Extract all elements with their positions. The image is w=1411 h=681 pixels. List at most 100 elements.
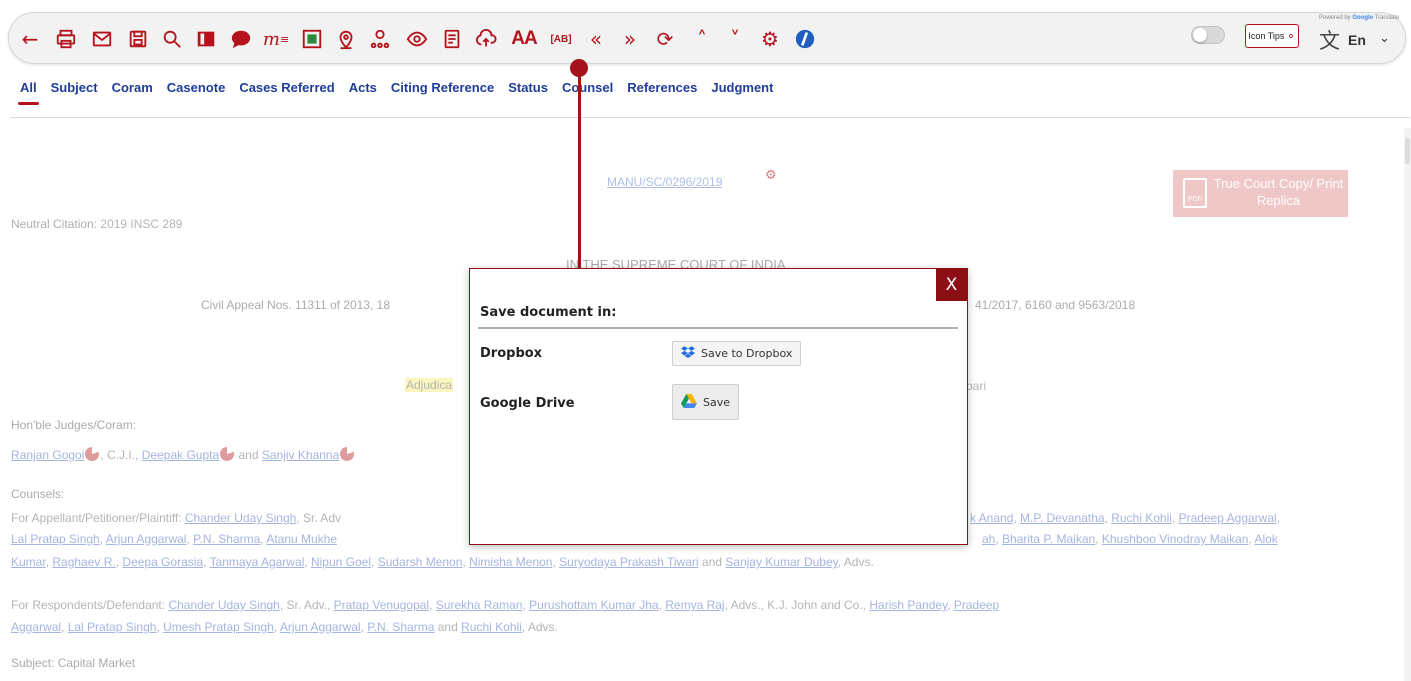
tab-coram[interactable]: Coram [112, 80, 153, 102]
appellant-counsel-line-2-end: ah, Bharita P. Maikan, Khushboo Vinodray… [982, 532, 1278, 546]
counsel-link[interactable]: Sanjay Kumar Dubey [725, 555, 838, 569]
network-icon[interactable] [367, 26, 393, 52]
true-court-copy-button[interactable]: PDF True Court Copy/ Print Replica [1173, 170, 1348, 217]
save-to-google-drive-label: Save [703, 395, 731, 409]
refresh-icon[interactable]: ⟳ [652, 26, 678, 52]
save-to-dropbox-label: Save to Dropbox [701, 347, 793, 360]
save-to-google-drive-button[interactable]: Save [672, 384, 740, 420]
icon-tips-button[interactable]: Icon Tips ⚬ [1245, 24, 1299, 48]
counsel-end: , Advs. [521, 620, 558, 634]
view-icon[interactable] [404, 26, 430, 52]
back-arrow-icon[interactable]: ← [17, 26, 43, 52]
mindmap-icon[interactable]: m ≡ [263, 26, 289, 52]
close-button[interactable]: X [936, 269, 967, 301]
counsel-link[interactable]: ah [982, 532, 995, 546]
counsel-link[interactable]: Pradeep [954, 598, 999, 612]
counsel-link[interactable]: Suryodaya Prakash Tiwari [559, 555, 698, 569]
chevron-down-icon[interactable]: ⌄ [1379, 31, 1390, 46]
tab-references[interactable]: References [627, 80, 697, 102]
appellant-label: For Appellant/Petitioner/Plaintiff: [11, 511, 182, 525]
counsel-link[interactable]: Surekha Raman [436, 598, 523, 612]
cloud-upload-icon[interactable] [473, 26, 499, 52]
tab-counsel[interactable]: Counsel [562, 80, 613, 102]
mindmap-label: m [262, 28, 280, 50]
counsel-link[interactable]: Aggarwal [11, 620, 61, 634]
tab-all[interactable]: All [18, 80, 39, 105]
counsel-link[interactable]: Deepa Gorasia [122, 555, 203, 569]
counsel-link[interactable]: Alok [1254, 532, 1277, 546]
counsel-link[interactable]: Khushboo Vinodray Maikan [1102, 532, 1249, 546]
tab-subject[interactable]: Subject [51, 80, 98, 102]
print-icon[interactable] [53, 26, 79, 52]
counsel-link[interactable]: M.P. Devanatha [1020, 511, 1105, 525]
tab-judgment[interactable]: Judgment [711, 80, 773, 102]
counsel-link[interactable]: Arjun Aggarwal [280, 620, 361, 634]
counsel-link[interactable]: Chander Uday Singh [168, 598, 279, 612]
search-icon[interactable] [159, 26, 185, 52]
location-icon[interactable] [333, 26, 359, 52]
counsel-link[interactable]: Pradeep Aggarwal [1179, 511, 1277, 525]
translate-suffix-label: Translate [1374, 15, 1400, 21]
counsel-link[interactable]: Tanmaya Agarwal [210, 555, 305, 569]
counsel-link[interactable]: Purushottam Kumar Jha [529, 598, 658, 612]
counsel-link[interactable]: Atanu Mukhe [266, 532, 337, 546]
counsel-link[interactable]: P.N. Sharma [193, 532, 260, 546]
language-select[interactable]: En [1348, 32, 1366, 48]
pdf-icon: PDF [1183, 178, 1207, 208]
book-icon[interactable] [193, 26, 219, 52]
tab-cases-referred[interactable]: Cases Referred [239, 80, 334, 102]
counsel-link[interactable]: Harish Pandey [869, 598, 947, 612]
feature-toggle[interactable] [1191, 26, 1225, 44]
settings-icon[interactable]: ⚙ [757, 26, 783, 52]
counsel-link[interactable]: Nimisha Menon [469, 555, 552, 569]
previous-icon[interactable]: « [583, 26, 609, 52]
counsel-link[interactable]: Remya Raj [665, 598, 724, 612]
tab-status[interactable]: Status [508, 80, 548, 102]
counsel-link[interactable]: Arjun Aggarwal [106, 532, 187, 546]
font-size-icon[interactable]: AA [509, 26, 539, 52]
counsel-link[interactable]: P.N. Sharma [367, 620, 434, 634]
judge-link[interactable]: Ranjan Gogoi [11, 448, 84, 462]
judge-link[interactable]: Deepak Gupta [142, 448, 219, 462]
expand-icon[interactable]: ˅ [722, 26, 748, 52]
comment-icon[interactable] [228, 26, 254, 52]
pie-icon [340, 447, 355, 461]
appellant-counsel-line-3: Kumar, Raghaev R., Deepa Gorasia, Tanmay… [11, 555, 874, 569]
notes-icon[interactable] [439, 26, 465, 52]
adjudicated-text: Adjudica [405, 378, 454, 392]
judge-link[interactable]: Sanjiv Khanna [262, 448, 339, 462]
page-scrollbar[interactable] [1404, 128, 1411, 681]
counsel-link[interactable]: Raghaev R. [52, 555, 115, 569]
bulb-icon: ⚬ [1286, 30, 1296, 43]
save-icon[interactable] [125, 26, 151, 52]
counsel-link[interactable]: Ruchi Kohli [1111, 511, 1172, 525]
tab-acts[interactable]: Acts [349, 80, 377, 102]
counsel-link[interactable]: Sudarsh Menon [378, 555, 463, 569]
counsel-link[interactable]: Ruchi Kohli [461, 620, 522, 634]
translate-icon[interactable]: 文 [1319, 25, 1340, 55]
next-icon[interactable]: » [617, 26, 643, 52]
counsel-link[interactable]: Bharita P. Maikan [1002, 532, 1095, 546]
tab-casenote[interactable]: Casenote [167, 80, 226, 102]
counsel-link[interactable]: Lal Pratap Singh [11, 532, 100, 546]
info-icon[interactable] [792, 26, 818, 52]
counsel-link[interactable]: Pratap Venugopal [334, 598, 429, 612]
highlight-icon[interactable] [299, 26, 325, 52]
counsel-link[interactable]: Lal Pratap Singh [68, 620, 157, 634]
gear-icon[interactable]: ⚙ [765, 168, 777, 183]
manu-citation-link[interactable]: MANU/SC/0296/2019 [607, 175, 722, 189]
tab-citing-reference[interactable]: Citing Reference [391, 80, 494, 102]
mail-icon[interactable] [89, 26, 115, 52]
abbreviation-icon[interactable]: [AB] [545, 26, 577, 52]
counsels-heading: Counsels: [11, 487, 65, 501]
counsel-link[interactable]: k Anand [970, 511, 1013, 525]
separator: , [1095, 532, 1102, 546]
counsel-link[interactable]: Nipun Goel [311, 555, 371, 569]
save-to-dropbox-button[interactable]: Save to Dropbox [672, 341, 802, 366]
neutral-citation-label: Neutral Citation: [11, 217, 98, 231]
collapse-icon[interactable]: ˄ [689, 26, 715, 52]
counsel-link[interactable]: Umesh Pratap Singh [163, 620, 274, 634]
appellant-counsel-line-1-end: k Anand, M.P. Devanatha, Ruchi Kohli, Pr… [970, 511, 1281, 525]
counsel-link[interactable]: Kumar [11, 555, 46, 569]
counsel-link[interactable]: Chander Uday Singh [185, 511, 296, 525]
